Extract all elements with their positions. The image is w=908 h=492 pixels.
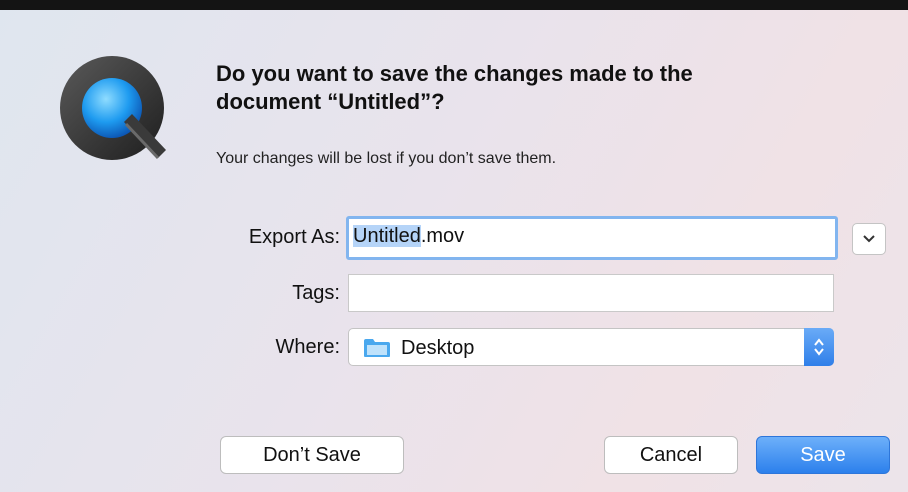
- folder-icon: [364, 339, 390, 357]
- dialog-subtext: Your changes will be lost if you don’t s…: [216, 150, 557, 167]
- tags-field[interactable]: [348, 274, 834, 312]
- popup-stepper[interactable]: [804, 328, 834, 366]
- filename-selected-text: Untitled: [353, 225, 421, 247]
- export-as-field[interactable]: Untitled.mov: [346, 216, 838, 260]
- export-as-label: Export As:: [248, 226, 340, 248]
- dialog-heading-line-1: Do you want to save the changes made to …: [216, 61, 693, 86]
- where-value: Desktop: [401, 337, 475, 359]
- chevron-down-icon: [863, 235, 875, 243]
- where-label: Where:: [275, 336, 340, 358]
- up-down-arrows-icon: [814, 338, 824, 356]
- where-popup[interactable]: Desktop: [348, 328, 834, 366]
- save-button[interactable]: Save: [756, 436, 890, 474]
- filename-extension: .mov: [420, 225, 465, 247]
- tags-label: Tags:: [292, 282, 340, 304]
- dialog-heading: Do you want to save the changes made to …: [216, 60, 856, 116]
- dont-save-button[interactable]: Don’t Save: [220, 436, 404, 474]
- window-top-edge: [0, 0, 908, 10]
- dialog-heading-line-2: document “Untitled”?: [216, 89, 445, 114]
- cancel-button[interactable]: Cancel: [604, 436, 738, 474]
- expand-dialog-button[interactable]: [852, 223, 886, 255]
- quicktime-icon: [58, 54, 170, 166]
